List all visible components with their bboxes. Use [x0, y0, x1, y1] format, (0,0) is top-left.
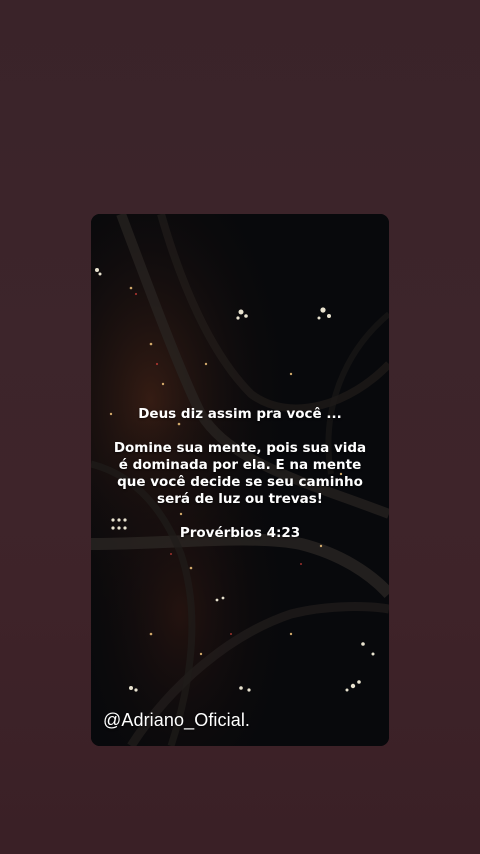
quote-text-block: Deus diz assim pra você ... Domine sua m… — [91, 406, 389, 542]
quote-spacer — [91, 508, 389, 525]
author-handle[interactable]: @Adriano_Oficial. — [103, 710, 250, 731]
quote-intro: Deus diz assim pra você ... — [138, 406, 342, 422]
quote-body-line-1: Domine sua mente, pois sua vida — [113, 440, 367, 456]
quote-body-line-3: que você decide se seu caminho — [117, 474, 363, 490]
quote-body-line-2: é dominada por ela. E na mente — [118, 457, 362, 473]
quote-body-line-4: será de luz ou trevas! — [157, 491, 323, 507]
story-card[interactable]: Deus diz assim pra você ... Domine sua m… — [91, 214, 389, 746]
bible-reference: Provérbios 4:23 — [179, 525, 301, 541]
quote-spacer — [91, 423, 389, 440]
